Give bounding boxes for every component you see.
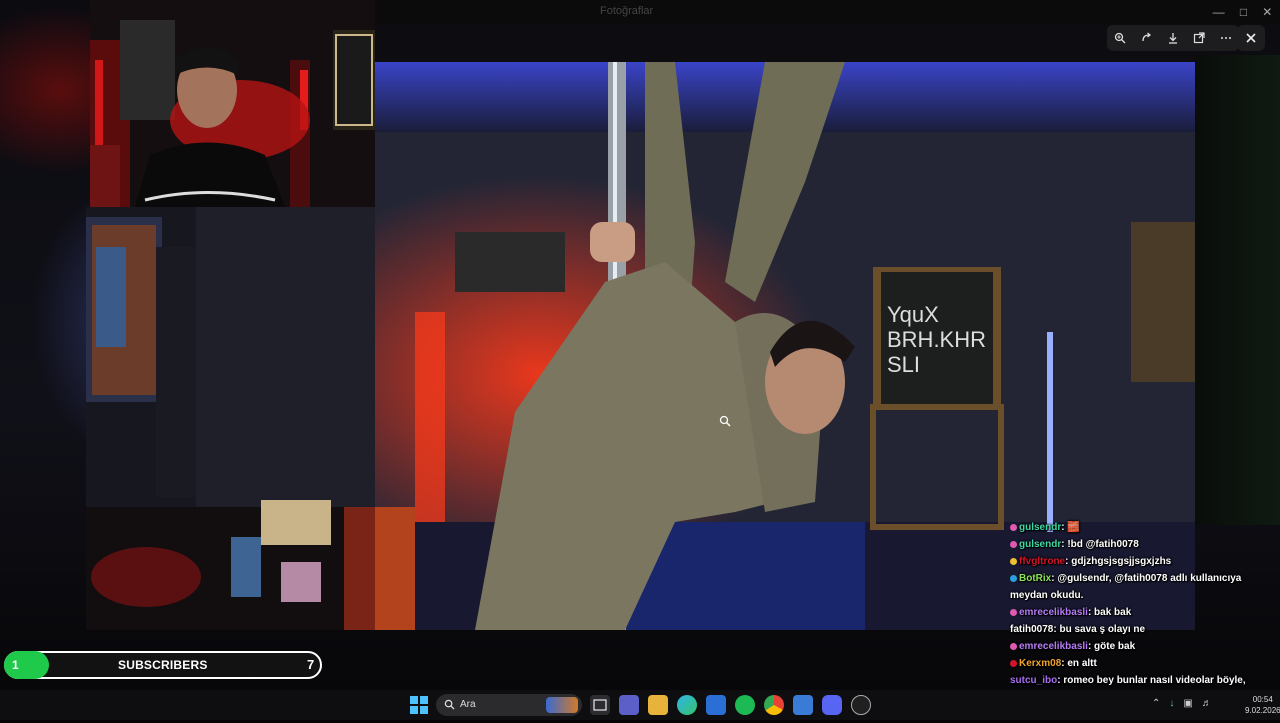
edge-icon[interactable]: [677, 695, 697, 715]
search-highlight-icon: [546, 697, 578, 713]
chat-username: sutcu_ibo: [1010, 675, 1058, 686]
subscribers-current: 1: [12, 658, 19, 672]
network-icon[interactable]: ▣: [1183, 698, 1192, 709]
maximize-icon[interactable]: □: [1240, 5, 1247, 19]
user-badge-icon: [1010, 659, 1017, 667]
spotify-icon[interactable]: [735, 695, 755, 715]
chat-username: Kerxm08: [1019, 658, 1062, 669]
chat-username: ffvgltrone: [1019, 556, 1066, 567]
user-badge-icon: [1010, 540, 1017, 548]
bot-badge-icon: [1010, 574, 1017, 582]
viewer-title: Fotoğraflar: [600, 5, 654, 17]
chat-text: : bu sava ş olayı ne: [1053, 624, 1146, 635]
search-placeholder: Ara: [460, 699, 476, 710]
tray-date: 9.02.2026: [1245, 706, 1280, 715]
chat-text: : 🧱: [1061, 522, 1080, 533]
stream-scene-left-art: [86, 207, 375, 630]
open-external-icon[interactable]: [1190, 29, 1208, 47]
more-icon[interactable]: [1217, 29, 1235, 47]
system-tray: ⌃ ↓ ▣ ♬: [1152, 698, 1212, 709]
zoom-icon[interactable]: [1111, 29, 1129, 47]
user-badge-icon: [1010, 608, 1017, 616]
taskbar-apps: [590, 695, 871, 715]
window-controls: — □ ✕: [1205, 2, 1280, 22]
chat-message: fatih0078: bu sava ş olayı ne: [1010, 621, 1280, 638]
chat-message: emrecelikbasli: göte bak: [1010, 638, 1280, 655]
chat-username: fatih0078: [1010, 624, 1054, 635]
chat-text: : !bd @fatih0078: [1061, 539, 1139, 550]
subscribers-goal: 7: [307, 657, 315, 672]
search-icon: [444, 699, 455, 710]
chat-message: Kerxm08: en altt: [1010, 655, 1280, 672]
zoom-cursor-icon: [719, 414, 731, 432]
webcam-feed: [90, 0, 375, 207]
user-badge-icon: [1010, 642, 1017, 650]
volume-icon[interactable]: ♬: [1202, 698, 1212, 709]
webcam-art: [90, 0, 375, 207]
chrome-icon[interactable]: [764, 695, 784, 715]
tray-time: 00:54: [1252, 695, 1273, 704]
chat-text: : göte bak: [1087, 641, 1136, 652]
close-icon[interactable]: [1237, 25, 1265, 51]
chat-username: emrecelikbasli: [1019, 641, 1088, 652]
tray-download-icon[interactable]: ↓: [1169, 698, 1174, 709]
chat-username: gulsendr: [1019, 539, 1062, 550]
chat-text: : bak bak: [1087, 607, 1132, 618]
viewer-titlebar: [375, 0, 1280, 24]
chat-username: BotRix: [1019, 573, 1052, 584]
background-stream-right: [1195, 55, 1280, 525]
teams-icon[interactable]: [619, 695, 639, 715]
stream-scene-left: [86, 207, 375, 630]
chat-text: : gdjzhgsjsgsjjsgxjzhs: [1065, 556, 1172, 567]
chat-username: emrecelikbasli: [1019, 607, 1088, 618]
store-icon[interactable]: [706, 695, 726, 715]
download-icon[interactable]: [1164, 29, 1182, 47]
chat-message: ffvgltrone: gdjzhgsjsgsjjsgxjzhs: [1010, 553, 1280, 570]
app-icon[interactable]: [793, 695, 813, 715]
tray-chevron-icon[interactable]: ⌃: [1152, 698, 1160, 709]
tray-clock[interactable]: 00:54 9.02.2026: [1245, 694, 1280, 716]
chat-message: emrecelikbasli: bak bak: [1010, 604, 1280, 621]
window-close-icon[interactable]: ✕: [1262, 5, 1272, 19]
app-badge-icon[interactable]: [851, 695, 871, 715]
chat-message: BotRix: @gulsendr, @fatih0078 adlı kulla…: [1010, 570, 1280, 604]
file-explorer-icon[interactable]: [648, 695, 668, 715]
chat-message: gulsendr: !bd @fatih0078: [1010, 536, 1280, 553]
subscribers-label: SUBSCRIBERS: [118, 658, 208, 672]
chat-text: : en altt: [1061, 658, 1097, 669]
subscribers-progress-fill: [4, 651, 49, 679]
start-icon[interactable]: [410, 696, 428, 714]
viewer-toolbar: [1107, 25, 1239, 51]
user-badge-icon: [1010, 557, 1017, 565]
minimize-icon[interactable]: —: [1213, 5, 1225, 19]
rotate-icon[interactable]: [1138, 29, 1156, 47]
chat-username: gulsendr: [1019, 522, 1062, 533]
search-input[interactable]: [436, 694, 582, 716]
user-badge-icon: [1010, 523, 1017, 531]
discord-icon[interactable]: [822, 695, 842, 715]
chat-message: gulsendr: 🧱: [1010, 519, 1280, 536]
svg-text:SLI: SLI: [887, 352, 920, 377]
task-view-icon[interactable]: [590, 695, 610, 715]
svg-text:BRH.KHR: BRH.KHR: [887, 327, 986, 352]
svg-text:YquX: YquX: [887, 302, 939, 327]
